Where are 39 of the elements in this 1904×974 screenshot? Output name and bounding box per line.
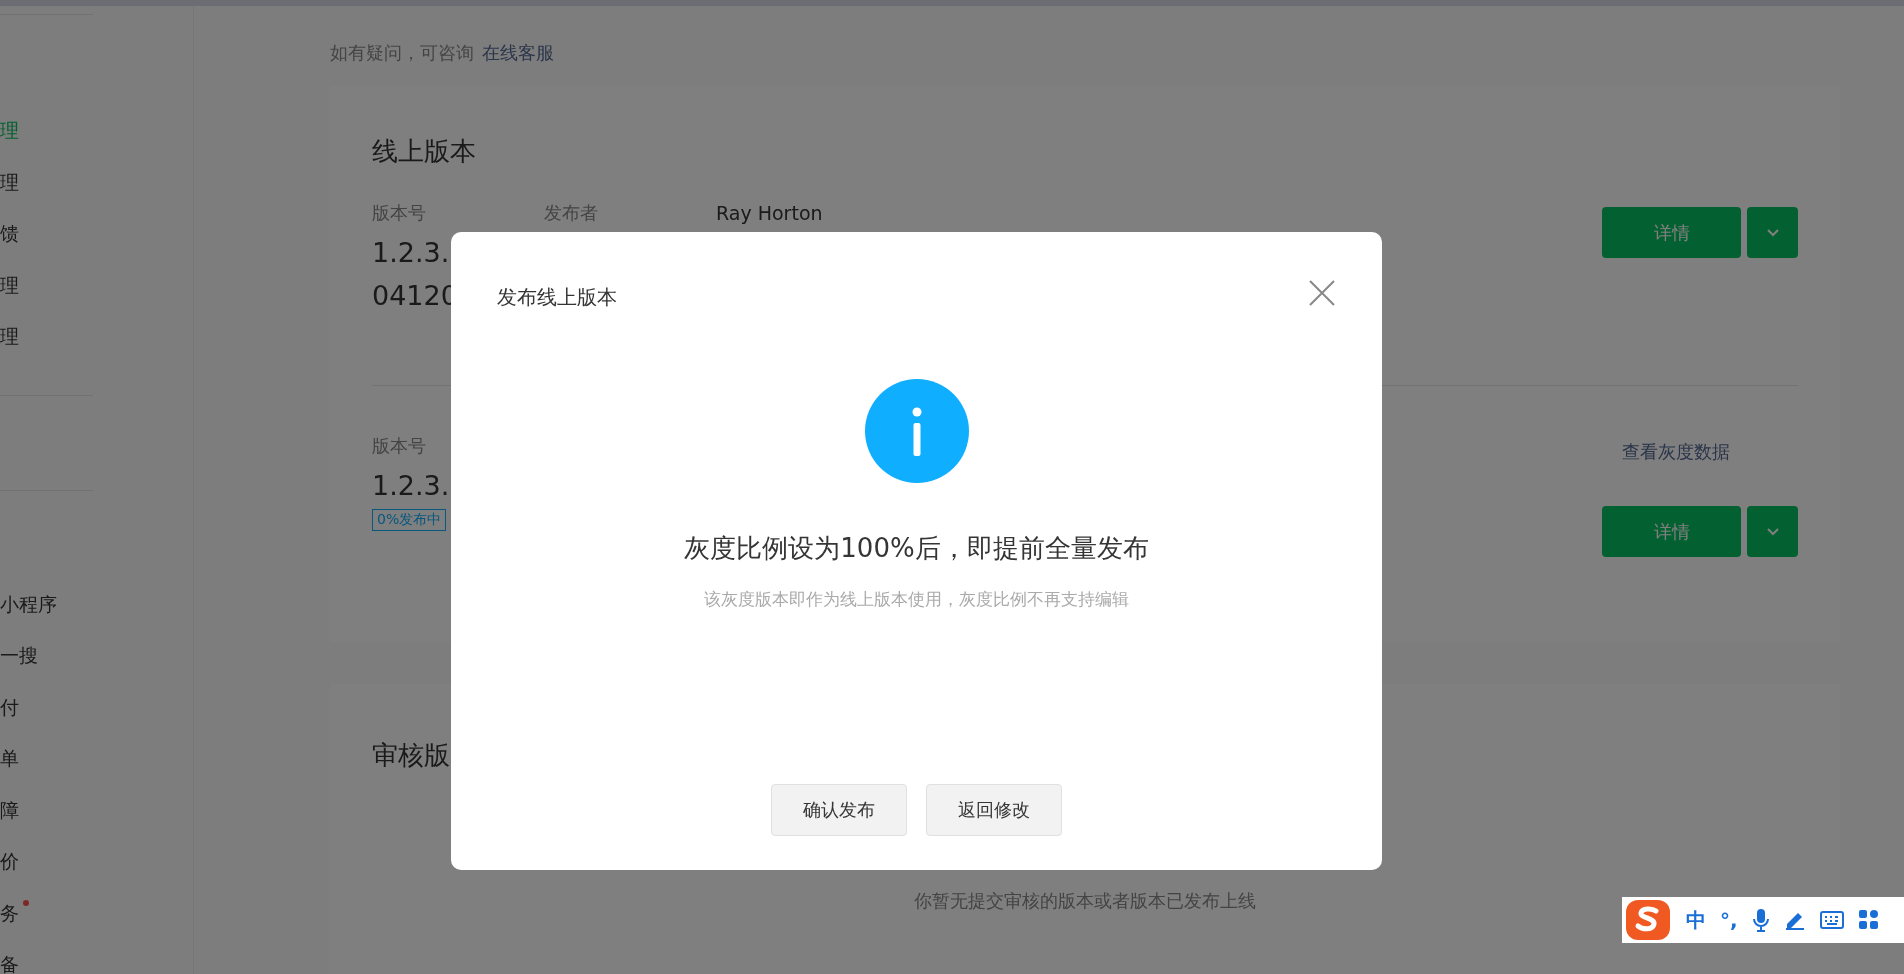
sidebar-item[interactable]: 务	[0, 899, 19, 926]
view-rollout-data-link[interactable]: 查看灰度数据	[1622, 440, 1730, 464]
dialog-title: 发布线上版本	[497, 284, 617, 311]
dialog-heading: 灰度比例设为100%后，即提前全量发布	[684, 532, 1149, 565]
info-icon	[864, 379, 969, 483]
field-label: 版本号	[372, 201, 427, 225]
chevron-down-icon	[1765, 228, 1780, 237]
sidebar-item[interactable]: 理	[0, 168, 19, 195]
sidebar-item[interactable]: 小程序	[0, 590, 57, 617]
input-mode-toggle[interactable]: 中	[1686, 906, 1706, 934]
keyboard-icon[interactable]	[1819, 910, 1844, 930]
version-number: 1.2.3.	[372, 237, 450, 268]
sidebar-item[interactable]: 备	[0, 951, 19, 974]
sidebar-item[interactable]: 一搜	[0, 642, 38, 668]
field-label: 版本号	[372, 434, 427, 458]
publisher-name: Ray Horton	[716, 202, 823, 224]
version-number: 1.2.3.	[372, 470, 450, 501]
sidebar-item[interactable]: 理	[0, 323, 19, 349]
close-icon[interactable]	[1308, 278, 1336, 307]
field-label: 发布者	[544, 201, 599, 225]
chevron-down-icon	[1765, 527, 1780, 536]
sidebar-item[interactable]: 馈	[0, 220, 19, 246]
sidebar-item[interactable]: 付	[0, 693, 19, 720]
grid-icon[interactable]	[1857, 909, 1880, 931]
punctuation-toggle[interactable]: °,	[1720, 908, 1738, 932]
sidebar-item[interactable]: 理	[0, 271, 19, 298]
sidebar-item[interactable]: 价	[0, 848, 19, 874]
microphone-icon[interactable]	[1751, 908, 1770, 932]
sidebar-item[interactable]: 单	[0, 745, 19, 771]
online-service-link[interactable]: 在线客服	[482, 41, 554, 65]
card-title: 线上版本	[372, 135, 477, 168]
sidebar-item[interactable]: 障	[0, 796, 19, 823]
card-title: 审核版	[372, 739, 451, 772]
help-text: 如有疑问，可咨询	[330, 41, 474, 65]
status-tag: 0%发布中	[372, 509, 447, 531]
dialog-description: 该灰度版本即作为线上版本使用，灰度比例不再支持编辑	[704, 588, 1129, 611]
confirm-button[interactable]: 确认发布	[771, 784, 907, 836]
back-button[interactable]: 返回修改	[926, 784, 1062, 836]
empty-state-text: 你暂无提交审核的版本或者版本已发布上线	[914, 889, 1256, 913]
